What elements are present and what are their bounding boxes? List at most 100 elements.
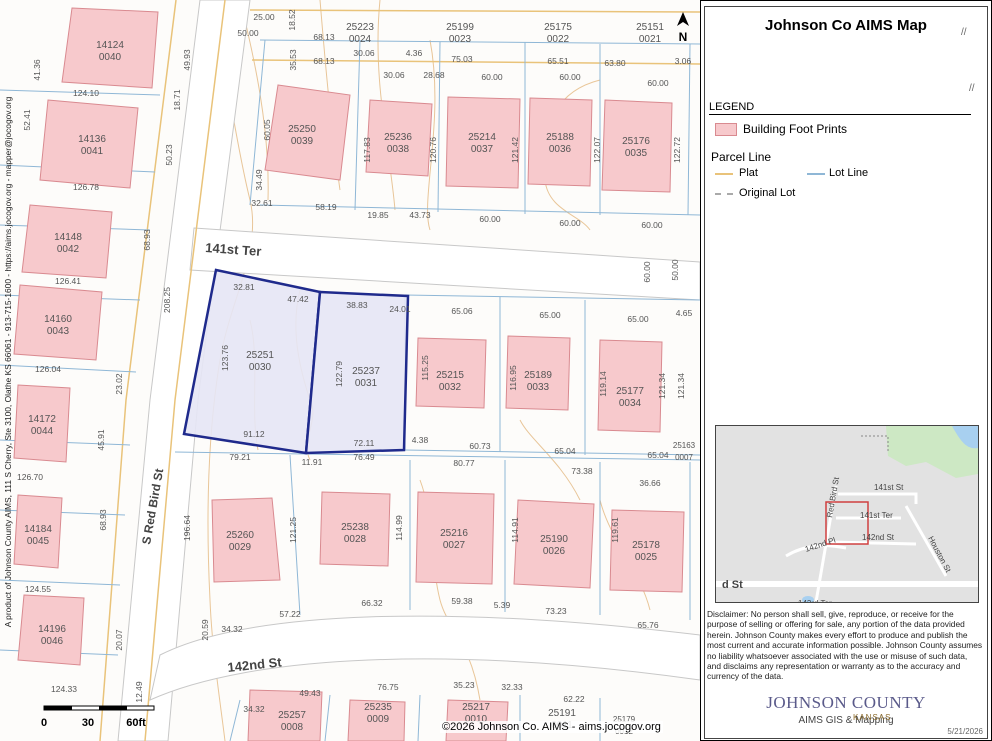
dimension-label: 80.77 xyxy=(453,458,475,468)
dimension-label: 68.13 xyxy=(313,32,335,42)
dimension-label: 122.79 xyxy=(334,361,344,387)
dimension-label: 126.78 xyxy=(73,182,99,192)
dimension-label: 208.25 xyxy=(162,287,172,313)
dimension-label: 63.80 xyxy=(604,58,626,68)
dimension-label: 114.99 xyxy=(394,515,404,541)
dimension-label: 58.19 xyxy=(315,202,337,212)
parcel-label-b: 0031 xyxy=(355,378,378,389)
johnson-county-logo: JOHNSON COUNTY KANSAS AIMS GIS & Mapping xyxy=(731,693,961,726)
dimension-label: 76.49 xyxy=(353,452,375,462)
legend-lot-line: Lot Line xyxy=(829,167,869,179)
parcel-label-b: 0034 xyxy=(619,398,642,409)
dimension-label: 4.36 xyxy=(406,48,423,58)
parcel-label-b: 0041 xyxy=(81,146,104,157)
resize-handle-icon[interactable]: // xyxy=(969,83,975,94)
inset-map[interactable]: 141st St Red Bird St 141st Ter 142nd St 142n… xyxy=(715,425,979,603)
dimension-label: 60.00 xyxy=(641,220,663,230)
vertical-credit: A product of Johnson County AIMS, 111 S … xyxy=(3,96,13,628)
legend-title: LEGEND xyxy=(709,101,755,113)
parcel-label-a: 14124 xyxy=(96,40,124,51)
dimension-label: 11.91 xyxy=(302,457,323,467)
dimension-label: 19.85 xyxy=(367,210,389,220)
map-canvas[interactable]: 141st Ter 142nd St S Red Bird St 1412400… xyxy=(0,0,700,741)
dimension-label: 117.83 xyxy=(362,137,372,163)
dimension-label: 60.00 xyxy=(559,72,581,82)
dimension-label: 68.93 xyxy=(142,229,152,251)
logo-main-text: JOHNSON COUNTY xyxy=(766,693,926,712)
parcel-label-b: 0029 xyxy=(229,542,252,553)
map-panel[interactable]: 141st Ter 142nd St S Red Bird St 14124 00… xyxy=(0,0,701,741)
dimension-label: 62.22 xyxy=(563,694,585,704)
parcel-label-a: 25235 xyxy=(364,702,392,713)
parcel-label-a: 25163 xyxy=(673,441,696,450)
parcel-label-b: 0032 xyxy=(439,382,462,393)
dimension-label: 12.49 xyxy=(134,681,144,703)
parcel-label-a: 14160 xyxy=(44,314,72,325)
dimension-label: 60.00 xyxy=(642,261,652,283)
dimension-label: 18.52 xyxy=(287,9,297,31)
parcel-label-b: 0040 xyxy=(99,52,122,63)
dimension-label: 68.13 xyxy=(313,56,335,66)
dimension-label: 50.23 xyxy=(164,144,174,166)
side-panel: Johnson Co AIMS Map // // LEGEND Buildin… xyxy=(704,6,988,739)
legend-building-foot-prints: Building Foot Prints xyxy=(743,122,848,136)
parcel-label-a: 25250 xyxy=(288,124,316,135)
parcel-label-a: 25188 xyxy=(546,132,574,143)
parcel-label-b: 0035 xyxy=(625,148,648,159)
dimension-label: 20.07 xyxy=(114,629,124,651)
dimension-label: 34.32 xyxy=(221,624,243,634)
dimension-label: 36.66 xyxy=(639,478,661,488)
dimension-label: 126.41 xyxy=(55,276,81,286)
dimension-label: 121.42 xyxy=(510,137,520,163)
parcel-label-b: 0026 xyxy=(543,546,566,557)
scale-label-0: 0 xyxy=(41,717,47,729)
dimension-label: 122.07 xyxy=(592,137,602,163)
parcel-label-a: 25223 xyxy=(346,22,374,33)
parcel-label-b: 0022 xyxy=(547,34,570,45)
dimension-label: 72.11 xyxy=(354,438,375,448)
dimension-label: 3.06 xyxy=(675,56,692,66)
parcel-label-b: 0030 xyxy=(249,362,272,373)
parcel-label-a: 25151 xyxy=(636,22,664,33)
dimension-label: 116.95 xyxy=(508,365,518,391)
dimension-label: 49.43 xyxy=(299,688,321,698)
dimension-label: 60.00 xyxy=(481,72,503,82)
dimension-label: 65.00 xyxy=(539,310,561,320)
inset-map-canvas[interactable]: 141st StRed Bird St 141st Ter142nd St142n… xyxy=(716,426,978,602)
dimension-label: 75.03 xyxy=(451,54,473,64)
dimension-label: 34.49 xyxy=(254,169,264,191)
parcel-label-a: 14148 xyxy=(54,232,82,243)
parcel-label-a: 25260 xyxy=(226,530,254,541)
resize-handle-icon[interactable]: // xyxy=(961,27,967,38)
dimension-label: 60.73 xyxy=(469,441,491,451)
dimension-label: 60.05 xyxy=(262,119,272,141)
dimension-label: 65.76 xyxy=(637,620,659,630)
parcel-label-a: 25189 xyxy=(524,370,552,381)
dimension-label: 122.72 xyxy=(672,137,682,163)
disclaimer: Disclaimer: No person shall sell, give, … xyxy=(707,609,983,682)
parcel-label-b: 0008 xyxy=(281,722,304,733)
parcel-label-b: 0033 xyxy=(527,382,550,393)
scale-label-30: 30 xyxy=(82,717,94,729)
dimension-label: 121.34 xyxy=(657,373,667,399)
inset-street-label: 141st St xyxy=(874,483,904,492)
dimension-label: 124.10 xyxy=(73,88,99,98)
dimension-label: 126.70 xyxy=(17,472,43,482)
dimension-label: 68.93 xyxy=(98,509,108,531)
dimension-label: 73.23 xyxy=(545,606,567,616)
dimension-label: 124.33 xyxy=(51,684,77,694)
parcel-label-b: 0021 xyxy=(639,34,662,45)
dimension-label: 32.33 xyxy=(501,682,523,692)
dimension-label: 65.51 xyxy=(547,56,569,66)
parcel-label-b: 0046 xyxy=(41,636,64,647)
parcel-label-a: 14172 xyxy=(28,414,56,425)
dimension-label: 50.00 xyxy=(237,28,259,38)
dimension-label: 25.00 xyxy=(253,12,275,22)
dimension-label: 121.25 xyxy=(288,517,298,543)
dimension-label: 124.55 xyxy=(25,584,51,594)
parcel-label-b: 0025 xyxy=(635,552,658,563)
parcel-label-b: 0039 xyxy=(291,136,314,147)
dimension-label: 4.38 xyxy=(412,435,429,445)
dimension-label: 65.04 xyxy=(647,450,669,460)
dimension-label: 60.00 xyxy=(559,218,581,228)
